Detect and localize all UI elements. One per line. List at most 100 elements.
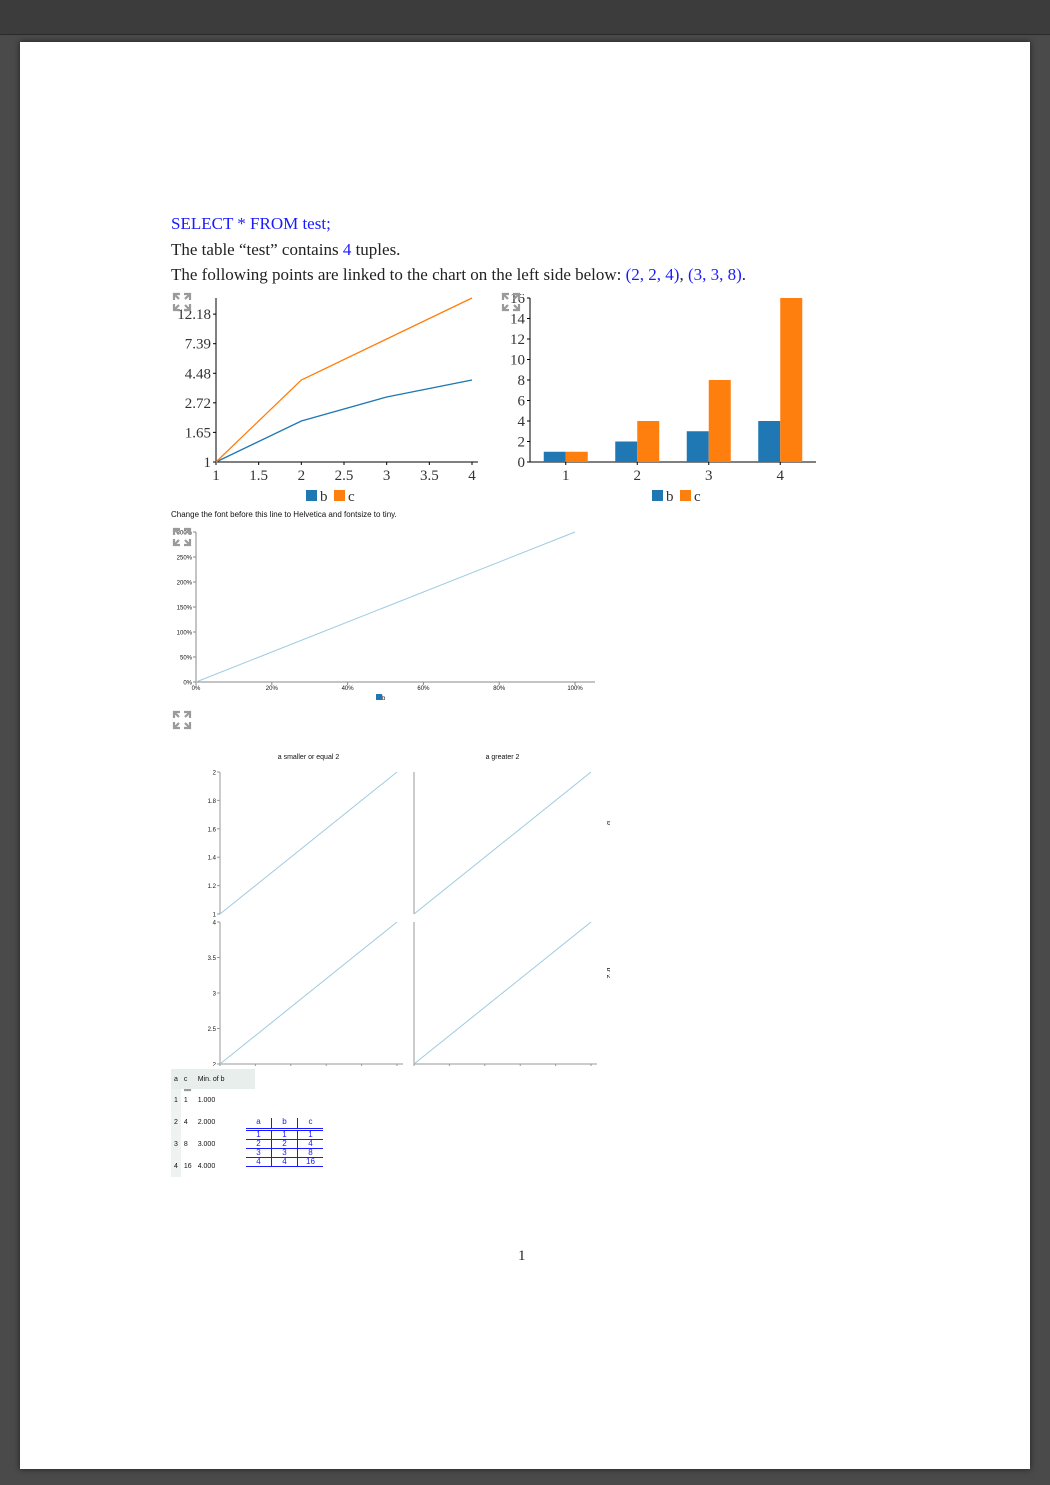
expand-arrows-icon[interactable] (172, 292, 192, 312)
font-change-note: Change the font before this line to Helv… (171, 510, 397, 519)
y-tick-label: 7.39 (185, 337, 211, 353)
table-cell: 1.000 (197, 1096, 216, 1104)
y-tick-label: 6 (518, 394, 526, 410)
bar-b (543, 451, 566, 462)
bar-b (615, 441, 638, 462)
y-tick-label: 1.6 (208, 827, 217, 833)
table-cell: 1 (271, 1129, 298, 1140)
table-info-suffix: tuples. (351, 240, 401, 259)
x-tick-label: 4 (468, 468, 476, 484)
summary-col-header: Min. of b (194, 1069, 255, 1089)
legend-swatch (652, 490, 663, 501)
table-cell: 1 (246, 1129, 272, 1140)
bar-b (758, 421, 781, 462)
legend-swatch (680, 490, 691, 501)
y-tick-label: 2 (518, 435, 526, 451)
y-tick-label: 200% (177, 581, 193, 587)
y-tick-label: 4 (213, 921, 217, 927)
y-tick-label: 1 (204, 455, 212, 471)
table-cell: 1 (297, 1129, 323, 1140)
panel-series-line (219, 921, 398, 1065)
x-tick-label: 80% (493, 686, 506, 692)
legend-label: c (694, 489, 701, 505)
table-cell: 1 (183, 1096, 188, 1104)
table-cell: 4 (183, 1118, 188, 1126)
document-page: SELECT * FROM test; The table “test” con… (20, 42, 1030, 1469)
expand-arrows-icon[interactable] (172, 527, 192, 547)
x-tick-label: 0% (192, 686, 201, 692)
table-cell: 16 (297, 1157, 323, 1167)
facet-column-label: a smaller or equal 2 (278, 754, 340, 761)
series-line-c (215, 297, 473, 463)
table-cell: 4 (271, 1157, 298, 1167)
x-tick-label: 1.5 (249, 468, 268, 484)
summary-header-row: a c Min. of b (171, 1069, 255, 1089)
y-tick-label: 250% (177, 556, 193, 562)
x-tick-label: 60% (417, 686, 430, 692)
faceted-line-chart: a smaller or equal 2 a greater 2 b b^2 1 1.2 1… (208, 754, 610, 1066)
panel-series-line (219, 771, 398, 915)
y-tick-label: 3 (213, 992, 217, 998)
linked-points-label: The following points are linked to the c… (171, 265, 626, 284)
y-tick-label: 100% (177, 631, 193, 637)
series-line-b (215, 379, 473, 463)
y-tick-label: 12 (510, 332, 525, 348)
mini-header-row: a b c (246, 1118, 323, 1131)
point-link[interactable]: (3, 3, 8) (688, 265, 742, 284)
summary-table: a c Min. of b 1 1 1.000 2 4 2.000 3 8 3.000 41… (171, 1069, 255, 1177)
facet-column-label: a greater 2 (486, 754, 520, 761)
table-row: 111 (246, 1129, 323, 1140)
point-separator: , (679, 265, 688, 284)
legend-label: c (348, 489, 355, 505)
linked-points-line: The following points are linked to the c… (171, 265, 746, 285)
x-tick-label: 3 (383, 468, 391, 484)
table-cell: 4 (246, 1157, 272, 1167)
table-cell: 3 (171, 1133, 181, 1155)
legend-label: b (320, 489, 328, 505)
point-link[interactable]: (2, 2, 4) (626, 265, 680, 284)
table-cell: 8 (183, 1140, 188, 1148)
legend-swatch (334, 490, 345, 501)
y-tick-label: 2.5 (208, 1027, 217, 1033)
series-line-b (195, 531, 576, 683)
y-tick-label: 4 (518, 414, 526, 430)
page-number: 1 (518, 1248, 526, 1264)
mini-col-header: b (271, 1118, 298, 1131)
table-row: 2 4 2.000 (171, 1111, 255, 1133)
y-tick-label: 1.65 (185, 425, 211, 441)
table-row: 4 16 4.000 (171, 1155, 255, 1177)
x-tick-label: 2 (298, 468, 306, 484)
y-tick-label: 10 (510, 353, 525, 369)
x-tick-label: 2.5 (335, 468, 354, 484)
x-tick-label: 1 (212, 468, 220, 484)
legend-swatch (306, 490, 317, 501)
y-tick-label: 50% (180, 656, 193, 662)
table-row: 3 8 3.000 (171, 1133, 255, 1155)
sentence-period: . (741, 265, 747, 284)
y-tick-label: 2 (213, 771, 217, 777)
y-tick-label: 14 (510, 312, 526, 328)
x-tick-label: 100% (567, 686, 583, 692)
panel-series-line (413, 771, 592, 915)
table-info-prefix: The table “test” contains (171, 240, 343, 259)
y-tick-label: 0 (518, 455, 526, 471)
sql-query-link[interactable]: SELECT * FROM test; (171, 214, 331, 234)
legend-label: b (666, 489, 674, 505)
bar-chart: 02468101214161 2 3 4b c (510, 294, 816, 505)
percent-line-chart: 0%50%100%150%200%250%300%0% 20% 40% 60% 80% 1… (177, 531, 595, 702)
expand-arrows-icon[interactable] (172, 710, 192, 730)
y-tick-label: 4.48 (185, 366, 211, 382)
bar-c (780, 298, 803, 462)
y-tick-label: 2.72 (185, 396, 211, 412)
facet-row-label: b (605, 821, 610, 825)
y-tick-label: 150% (177, 606, 193, 612)
summary-col-header: c (180, 1069, 195, 1089)
x-tick-label: 2 (634, 468, 642, 484)
y-tick-label: 1.4 (208, 856, 217, 862)
legend-label: b (382, 696, 386, 702)
expand-arrows-icon[interactable] (501, 292, 521, 312)
viewer-toolbar (0, 0, 1050, 35)
table-cell: 2 (171, 1111, 181, 1133)
bar-c (637, 421, 660, 462)
x-tick-label: 20% (266, 686, 279, 692)
